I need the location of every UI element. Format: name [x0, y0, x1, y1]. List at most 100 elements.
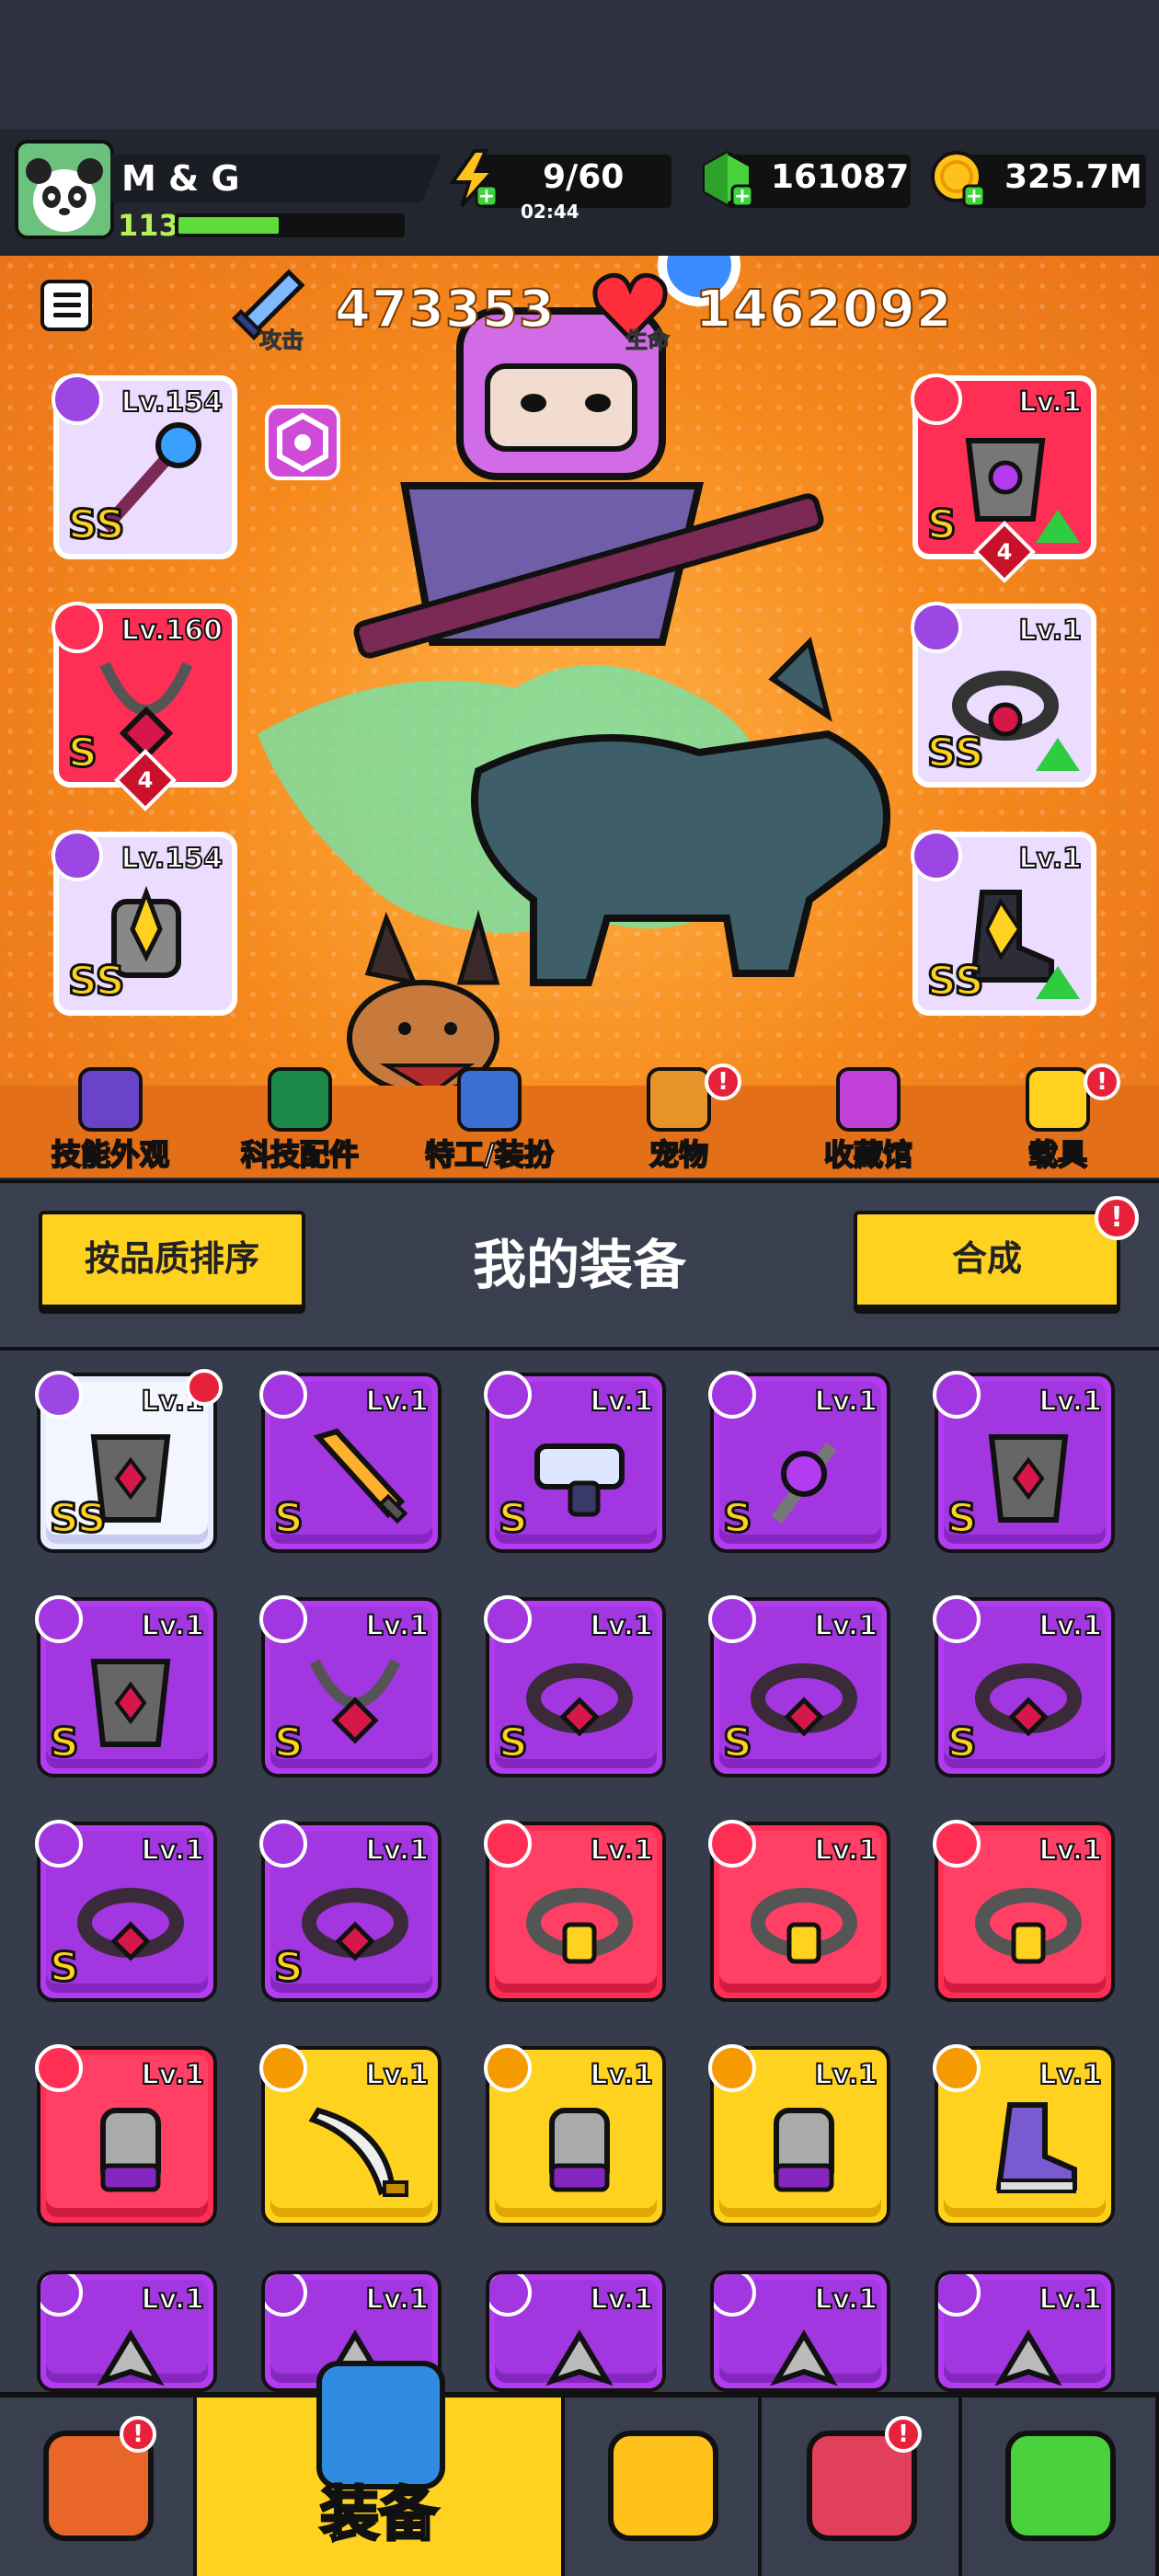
item-level: Lv.1: [141, 1609, 205, 1643]
belt-icon: [484, 1820, 532, 1868]
inventory-item[interactable]: Lv.1 S: [259, 1820, 442, 2002]
item-level: Lv.1: [814, 2058, 878, 2092]
hp-label: 生命: [625, 328, 671, 354]
glove-icon: [35, 2044, 83, 2092]
item-level: Lv.1: [590, 1834, 654, 1868]
hat-icon: [78, 1067, 143, 1132]
quick-menu-item-hat[interactable]: 技能外观: [18, 1067, 202, 1178]
inventory-item[interactable]: Lv.1 SS: [35, 1369, 223, 1553]
inventory-item[interactable]: Lv.1 S: [484, 1595, 666, 1777]
menu-icon-line: [53, 303, 81, 307]
equipped-grade: SS: [66, 500, 125, 550]
inventory-item[interactable]: Lv.1 S: [35, 1595, 217, 1777]
equipped-armor-slot[interactable]: Lv.1 S 4: [911, 374, 1096, 583]
item-level: Lv.1: [1039, 1385, 1103, 1419]
equipped-boot-slot[interactable]: Lv.1 SS: [911, 830, 1096, 1016]
glove-icon: [708, 2044, 756, 2092]
glove-item-icon: [774, 2108, 834, 2192]
item-grade: S: [273, 1719, 305, 1768]
item-level: Lv.1: [365, 1834, 430, 1868]
weapon-icon: [708, 1371, 756, 1419]
item-grade: S: [722, 1494, 754, 1544]
nav-tab-shop[interactable]: !: [0, 2398, 197, 2576]
inventory-item[interactable]: Lv.1: [35, 2044, 217, 2226]
quick-menu-label: 技能外观: [51, 1136, 170, 1173]
player-name: M & G: [121, 158, 240, 199]
weapon-icon: [484, 1371, 532, 1419]
boot-item-icon: [995, 2102, 1077, 2193]
item-level: Lv.1: [365, 1609, 430, 1643]
inventory-item[interactable]: Lv.1: [708, 2044, 890, 2226]
belt-item-icon: [975, 1663, 1082, 1737]
inventory-item[interactable]: Lv.1: [933, 2044, 1115, 2226]
merge-button[interactable]: 合成: [854, 1211, 1120, 1314]
necklace-icon: [259, 1595, 307, 1643]
quick-menu-label: 科技配件: [240, 1136, 360, 1173]
inventory-item[interactable]: Lv.1: [935, 2271, 1115, 2392]
equipped-belt-slot[interactable]: Lv.1 SS: [911, 602, 1096, 788]
belt-icon: [933, 1820, 981, 1868]
inventory-item[interactable]: Lv.1: [710, 2271, 890, 2392]
target-button[interactable]: [265, 405, 340, 480]
equipped-grade: SS: [925, 729, 984, 778]
nav-tab-battle[interactable]: [565, 2398, 762, 2576]
inventory-item[interactable]: Lv.1 S: [708, 1371, 890, 1553]
nav-tab-egg[interactable]: !: [762, 2398, 962, 2576]
quick-menu-item-agent[interactable]: 特工/装扮: [397, 1067, 581, 1178]
nav-label: 装备: [319, 2480, 440, 2551]
svg-text:+: +: [478, 185, 495, 208]
equipped-level: Lv.1: [1018, 385, 1083, 420]
quick-menu-item-pet[interactable]: 宠物!: [587, 1064, 771, 1178]
item-grade: S: [49, 1943, 81, 1993]
equipped-level: Lv.1: [1018, 842, 1083, 876]
attack-value: 473353: [334, 279, 556, 340]
equipped-grade: SS: [925, 957, 984, 1006]
inventory-item[interactable]: Lv.1: [484, 1820, 666, 2002]
belt-icon: [484, 1595, 532, 1643]
item-grade: S: [49, 1719, 81, 1768]
sword-item-icon: [313, 1428, 408, 1524]
sort-by-quality-button[interactable]: 按品质排序: [39, 1211, 305, 1314]
belt-icon: [259, 1820, 307, 1868]
dna-icon: [1005, 2431, 1116, 2541]
alert-badge: !: [120, 2416, 156, 2453]
quick-menu-label: 载具: [1027, 1136, 1088, 1173]
dart-item-icon: [97, 2329, 165, 2386]
nav-tab-dna[interactable]: [962, 2398, 1159, 2576]
agent-icon: [457, 1067, 522, 1132]
quick-menu-item-chest[interactable]: 收藏馆: [776, 1067, 960, 1178]
inventory-item[interactable]: Lv.1 S: [35, 1820, 217, 2002]
inventory-item[interactable]: Lv.1: [708, 1820, 890, 2002]
xp-bar-fill: [178, 217, 279, 234]
inventory-item[interactable]: Lv.1: [484, 2044, 666, 2226]
item-level: Lv.1: [590, 1385, 654, 1419]
inventory-item[interactable]: Lv.1 S: [259, 1595, 442, 1777]
inventory-item[interactable]: Lv.1 S: [484, 1371, 666, 1553]
item-level: Lv.1: [141, 2058, 205, 2092]
inventory-item[interactable]: Lv.1: [933, 1820, 1115, 2002]
quick-menu-item-vehicle[interactable]: 载具!: [966, 1064, 1150, 1178]
inventory-item[interactable]: Lv.1 S: [933, 1371, 1115, 1553]
equipped-necklace-slot[interactable]: Lv.160 S 4: [52, 602, 237, 811]
glove-icon: [484, 2044, 532, 2092]
equipped-grade: S: [926, 500, 958, 550]
inventory-item[interactable]: Lv.1 S: [259, 1371, 442, 1553]
inventory-item[interactable]: Lv.1: [37, 2271, 217, 2392]
coin-icon: +: [931, 151, 986, 208]
inventory-item[interactable]: Lv.1: [259, 2044, 442, 2226]
equipped-grade: S: [67, 729, 99, 778]
sword2-item-icon: [308, 2107, 408, 2197]
battle-icon: [608, 2431, 718, 2541]
nav-tab-equipment[interactable]: 装备: [197, 2361, 565, 2576]
inventory-item[interactable]: Lv.1: [486, 2271, 666, 2392]
player-avatar[interactable]: [15, 140, 114, 239]
inventory-item[interactable]: Lv.1 S: [708, 1595, 890, 1777]
inventory-item[interactable]: Lv.1 S: [933, 1595, 1115, 1777]
boot-icon: [933, 2044, 981, 2092]
menu-button[interactable]: [40, 280, 92, 331]
equipped-weapon-slot[interactable]: Lv.154 SS: [52, 374, 237, 559]
equipped-glove-slot[interactable]: Lv.154 SS: [52, 830, 237, 1016]
dart-item-icon: [545, 2329, 614, 2386]
equipped-level: Lv.154: [120, 842, 224, 876]
quick-menu-item-chip[interactable]: 科技配件: [208, 1067, 392, 1178]
